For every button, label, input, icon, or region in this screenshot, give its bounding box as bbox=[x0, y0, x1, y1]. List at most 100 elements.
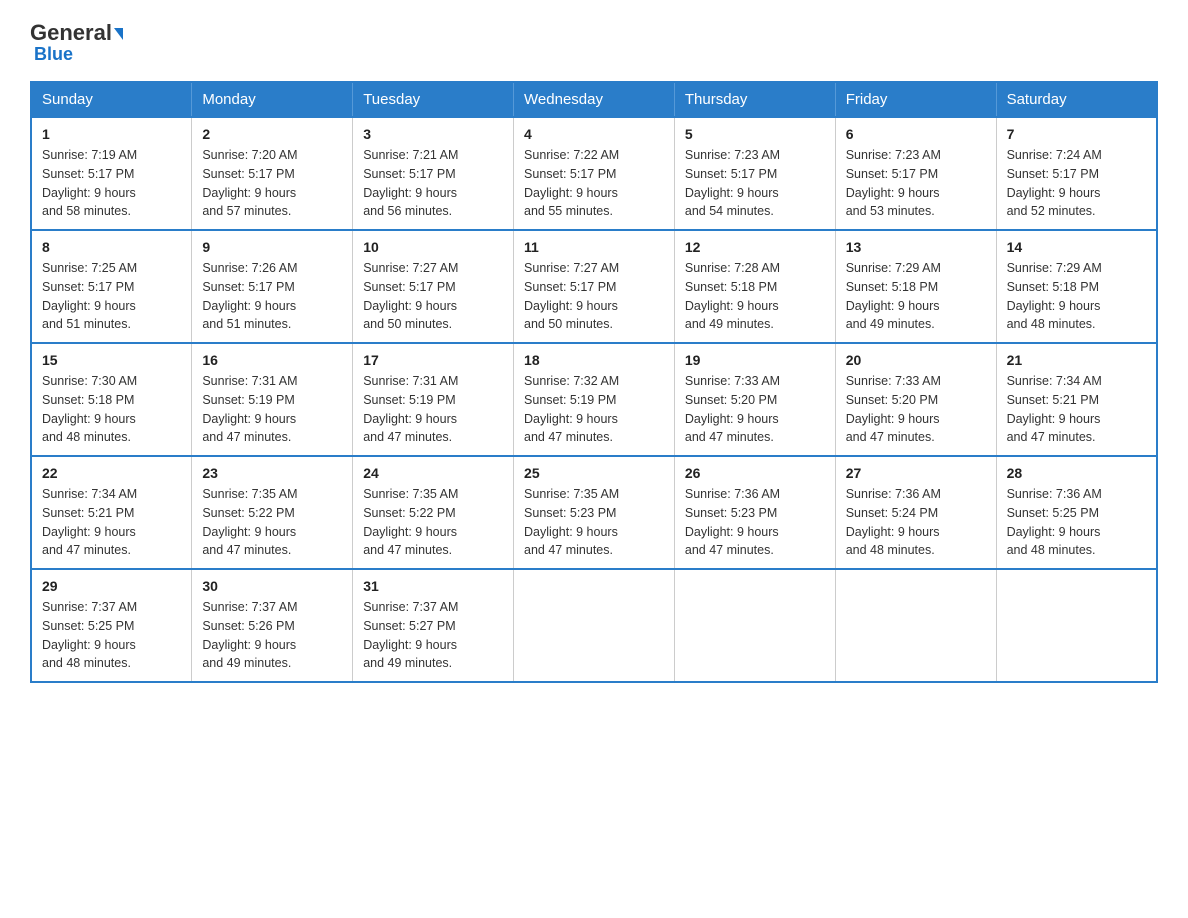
day-number: 15 bbox=[42, 352, 181, 368]
day-number: 24 bbox=[363, 465, 503, 481]
day-number: 25 bbox=[524, 465, 664, 481]
day-number: 11 bbox=[524, 239, 664, 255]
day-info: Sunrise: 7:25 AMSunset: 5:17 PMDaylight:… bbox=[42, 261, 137, 331]
calendar-day-cell: 12 Sunrise: 7:28 AMSunset: 5:18 PMDayligh… bbox=[674, 230, 835, 343]
day-number: 7 bbox=[1007, 126, 1146, 142]
weekday-header-saturday: Saturday bbox=[996, 82, 1157, 117]
logo: General Blue bbox=[30, 20, 123, 65]
day-number: 1 bbox=[42, 126, 181, 142]
calendar-day-cell: 5 Sunrise: 7:23 AMSunset: 5:17 PMDaylight… bbox=[674, 117, 835, 230]
day-info: Sunrise: 7:29 AMSunset: 5:18 PMDaylight:… bbox=[1007, 261, 1102, 331]
calendar-day-cell: 19 Sunrise: 7:33 AMSunset: 5:20 PMDayligh… bbox=[674, 343, 835, 456]
calendar-day-cell: 1 Sunrise: 7:19 AMSunset: 5:17 PMDaylight… bbox=[31, 117, 192, 230]
day-info: Sunrise: 7:36 AMSunset: 5:25 PMDaylight:… bbox=[1007, 487, 1102, 557]
calendar-header-row: SundayMondayTuesdayWednesdayThursdayFrid… bbox=[31, 82, 1157, 117]
calendar-day-cell: 31 Sunrise: 7:37 AMSunset: 5:27 PMDayligh… bbox=[353, 569, 514, 682]
calendar-day-cell: 10 Sunrise: 7:27 AMSunset: 5:17 PMDayligh… bbox=[353, 230, 514, 343]
day-info: Sunrise: 7:33 AMSunset: 5:20 PMDaylight:… bbox=[685, 374, 780, 444]
calendar-day-cell: 16 Sunrise: 7:31 AMSunset: 5:19 PMDayligh… bbox=[192, 343, 353, 456]
calendar-day-cell bbox=[674, 569, 835, 682]
day-number: 22 bbox=[42, 465, 181, 481]
day-number: 26 bbox=[685, 465, 825, 481]
calendar-table: SundayMondayTuesdayWednesdayThursdayFrid… bbox=[30, 81, 1158, 683]
calendar-day-cell: 21 Sunrise: 7:34 AMSunset: 5:21 PMDayligh… bbox=[996, 343, 1157, 456]
day-number: 13 bbox=[846, 239, 986, 255]
weekday-header-tuesday: Tuesday bbox=[353, 82, 514, 117]
day-info: Sunrise: 7:35 AMSunset: 5:22 PMDaylight:… bbox=[202, 487, 297, 557]
day-info: Sunrise: 7:30 AMSunset: 5:18 PMDaylight:… bbox=[42, 374, 137, 444]
day-number: 14 bbox=[1007, 239, 1146, 255]
day-number: 19 bbox=[685, 352, 825, 368]
logo-bottom: Blue bbox=[34, 44, 73, 65]
day-number: 29 bbox=[42, 578, 181, 594]
day-number: 9 bbox=[202, 239, 342, 255]
calendar-day-cell: 4Sunrise: 7:22 AMSunset: 5:17 PMDaylight… bbox=[514, 117, 675, 230]
calendar-week-row: 15 Sunrise: 7:30 AMSunset: 5:18 PMDayligh… bbox=[31, 343, 1157, 456]
day-info: Sunrise: 7:35 AMSunset: 5:22 PMDaylight:… bbox=[363, 487, 458, 557]
calendar-day-cell: 28 Sunrise: 7:36 AMSunset: 5:25 PMDayligh… bbox=[996, 456, 1157, 569]
day-info: Sunrise: 7:23 AMSunset: 5:17 PMDaylight:… bbox=[685, 148, 780, 218]
day-number: 28 bbox=[1007, 465, 1146, 481]
weekday-header-sunday: Sunday bbox=[31, 82, 192, 117]
day-number: 23 bbox=[202, 465, 342, 481]
day-info: Sunrise: 7:19 AMSunset: 5:17 PMDaylight:… bbox=[42, 148, 137, 218]
calendar-day-cell: 26 Sunrise: 7:36 AMSunset: 5:23 PMDayligh… bbox=[674, 456, 835, 569]
calendar-day-cell: 20Sunrise: 7:33 AMSunset: 5:20 PMDayligh… bbox=[835, 343, 996, 456]
calendar-day-cell: 7Sunrise: 7:24 AMSunset: 5:17 PMDaylight… bbox=[996, 117, 1157, 230]
day-info: Sunrise: 7:36 AMSunset: 5:24 PMDaylight:… bbox=[846, 487, 941, 557]
day-info: Sunrise: 7:29 AMSunset: 5:18 PMDaylight:… bbox=[846, 261, 941, 331]
day-info: Sunrise: 7:32 AMSunset: 5:19 PMDaylight:… bbox=[524, 374, 619, 444]
calendar-day-cell: 29 Sunrise: 7:37 AMSunset: 5:25 PMDayligh… bbox=[31, 569, 192, 682]
day-number: 4 bbox=[524, 126, 664, 142]
day-info: Sunrise: 7:36 AMSunset: 5:23 PMDaylight:… bbox=[685, 487, 780, 557]
day-info: Sunrise: 7:23 AMSunset: 5:17 PMDaylight:… bbox=[846, 148, 941, 218]
calendar-day-cell: 14 Sunrise: 7:29 AMSunset: 5:18 PMDayligh… bbox=[996, 230, 1157, 343]
calendar-day-cell: 13 Sunrise: 7:29 AMSunset: 5:18 PMDayligh… bbox=[835, 230, 996, 343]
day-info: Sunrise: 7:35 AMSunset: 5:23 PMDaylight:… bbox=[524, 487, 619, 557]
calendar-day-cell: 23 Sunrise: 7:35 AMSunset: 5:22 PMDayligh… bbox=[192, 456, 353, 569]
calendar-day-cell: 15 Sunrise: 7:30 AMSunset: 5:18 PMDayligh… bbox=[31, 343, 192, 456]
day-info: Sunrise: 7:28 AMSunset: 5:18 PMDaylight:… bbox=[685, 261, 780, 331]
calendar-week-row: 8 Sunrise: 7:25 AMSunset: 5:17 PMDaylight… bbox=[31, 230, 1157, 343]
calendar-day-cell: 18 Sunrise: 7:32 AMSunset: 5:19 PMDayligh… bbox=[514, 343, 675, 456]
calendar-day-cell: 3Sunrise: 7:21 AMSunset: 5:17 PMDaylight… bbox=[353, 117, 514, 230]
calendar-day-cell bbox=[514, 569, 675, 682]
day-number: 31 bbox=[363, 578, 503, 594]
calendar-day-cell bbox=[996, 569, 1157, 682]
weekday-header-thursday: Thursday bbox=[674, 82, 835, 117]
calendar-week-row: 1 Sunrise: 7:19 AMSunset: 5:17 PMDaylight… bbox=[31, 117, 1157, 230]
day-number: 16 bbox=[202, 352, 342, 368]
day-number: 21 bbox=[1007, 352, 1146, 368]
calendar-day-cell: 8 Sunrise: 7:25 AMSunset: 5:17 PMDaylight… bbox=[31, 230, 192, 343]
calendar-week-row: 22 Sunrise: 7:34 AMSunset: 5:21 PMDayligh… bbox=[31, 456, 1157, 569]
day-info: Sunrise: 7:37 AMSunset: 5:26 PMDaylight:… bbox=[202, 600, 297, 670]
day-info: Sunrise: 7:27 AMSunset: 5:17 PMDaylight:… bbox=[524, 261, 619, 331]
day-number: 27 bbox=[846, 465, 986, 481]
logo-top: General bbox=[30, 20, 123, 46]
day-info: Sunrise: 7:37 AMSunset: 5:27 PMDaylight:… bbox=[363, 600, 458, 670]
day-number: 5 bbox=[685, 126, 825, 142]
calendar-day-cell: 25 Sunrise: 7:35 AMSunset: 5:23 PMDayligh… bbox=[514, 456, 675, 569]
day-info: Sunrise: 7:34 AMSunset: 5:21 PMDaylight:… bbox=[1007, 374, 1102, 444]
day-number: 10 bbox=[363, 239, 503, 255]
calendar-day-cell: 24 Sunrise: 7:35 AMSunset: 5:22 PMDayligh… bbox=[353, 456, 514, 569]
calendar-day-cell: 9Sunrise: 7:26 AMSunset: 5:17 PMDaylight… bbox=[192, 230, 353, 343]
day-info: Sunrise: 7:37 AMSunset: 5:25 PMDaylight:… bbox=[42, 600, 137, 670]
day-number: 6 bbox=[846, 126, 986, 142]
day-info: Sunrise: 7:34 AMSunset: 5:21 PMDaylight:… bbox=[42, 487, 137, 557]
day-number: 18 bbox=[524, 352, 664, 368]
calendar-week-row: 29 Sunrise: 7:37 AMSunset: 5:25 PMDayligh… bbox=[31, 569, 1157, 682]
day-number: 17 bbox=[363, 352, 503, 368]
calendar-day-cell bbox=[835, 569, 996, 682]
calendar-day-cell: 30Sunrise: 7:37 AMSunset: 5:26 PMDayligh… bbox=[192, 569, 353, 682]
page-header: General Blue bbox=[30, 20, 1158, 65]
day-number: 3 bbox=[363, 126, 503, 142]
day-info: Sunrise: 7:27 AMSunset: 5:17 PMDaylight:… bbox=[363, 261, 458, 331]
day-info: Sunrise: 7:33 AMSunset: 5:20 PMDaylight:… bbox=[846, 374, 941, 444]
day-number: 12 bbox=[685, 239, 825, 255]
calendar-day-cell: 22 Sunrise: 7:34 AMSunset: 5:21 PMDayligh… bbox=[31, 456, 192, 569]
calendar-day-cell: 27 Sunrise: 7:36 AMSunset: 5:24 PMDayligh… bbox=[835, 456, 996, 569]
day-info: Sunrise: 7:31 AMSunset: 5:19 PMDaylight:… bbox=[202, 374, 297, 444]
day-number: 8 bbox=[42, 239, 181, 255]
calendar-day-cell: 6 Sunrise: 7:23 AMSunset: 5:17 PMDaylight… bbox=[835, 117, 996, 230]
